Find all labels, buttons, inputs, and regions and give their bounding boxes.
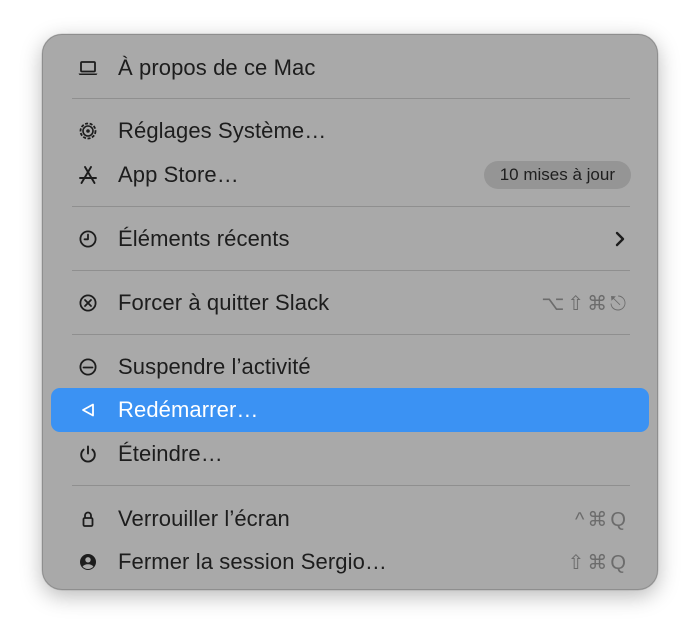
x-circle-icon bbox=[77, 292, 99, 314]
menu-separator bbox=[72, 485, 630, 486]
menu-item-about[interactable]: À propos de ce Mac bbox=[51, 46, 649, 90]
chevron-right-icon bbox=[615, 231, 625, 247]
menu-separator bbox=[72, 98, 630, 99]
menu-item-label: Forcer à quitter Slack bbox=[118, 290, 330, 315]
menu-item-restart[interactable]: Redémarrer… bbox=[51, 388, 649, 432]
power-icon bbox=[77, 443, 99, 465]
menu-item-recent-items[interactable]: Éléments récents bbox=[51, 217, 649, 261]
menu-separator bbox=[72, 334, 630, 335]
menu-item-sleep[interactable]: Suspendre l’activité bbox=[51, 345, 649, 389]
sleep-icon bbox=[77, 356, 99, 378]
menu-item-label: À propos de ce Mac bbox=[118, 55, 316, 80]
clock-icon bbox=[77, 228, 99, 250]
apple-menu: À propos de ce Mac Réglages Système… App… bbox=[42, 34, 658, 590]
menu-separator bbox=[72, 270, 630, 271]
lock-screen-shortcut: ^⌘Q bbox=[575, 508, 629, 531]
laptop-icon bbox=[77, 57, 99, 79]
menu-item-label: Redémarrer… bbox=[118, 397, 259, 422]
menu-separator bbox=[72, 206, 630, 207]
menu-item-label: App Store… bbox=[118, 162, 239, 187]
force-quit-shortcut: ⌥⇧⌘⎋ bbox=[541, 292, 629, 315]
restart-triangle-icon bbox=[77, 399, 99, 421]
menu-item-system-settings[interactable]: Réglages Système… bbox=[51, 109, 649, 153]
menu-item-label: Réglages Système… bbox=[118, 118, 327, 143]
updates-badge: 10 mises à jour bbox=[483, 161, 631, 189]
gear-icon bbox=[77, 120, 99, 142]
menu-item-label: Fermer la session Sergio… bbox=[118, 549, 388, 574]
user-circle-icon bbox=[77, 551, 99, 573]
lock-icon bbox=[77, 508, 99, 530]
menu-item-lock-screen[interactable]: Verrouiller l’écran ^⌘Q bbox=[51, 497, 649, 541]
menu-item-force-quit[interactable]: Forcer à quitter Slack ⌥⇧⌘⎋ bbox=[51, 281, 649, 325]
menu-item-app-store[interactable]: App Store… 10 mises à jour bbox=[51, 153, 649, 197]
menu-item-label: Suspendre l’activité bbox=[118, 354, 311, 379]
log-out-shortcut: ⇧⌘Q bbox=[567, 551, 629, 574]
menu-item-log-out[interactable]: Fermer la session Sergio… ⇧⌘Q bbox=[51, 540, 649, 584]
menu-item-shutdown[interactable]: Éteindre… bbox=[51, 432, 649, 476]
menu-item-label: Éléments récents bbox=[118, 226, 290, 251]
menu-item-label: Verrouiller l’écran bbox=[118, 506, 290, 531]
menu-item-label: Éteindre… bbox=[118, 441, 223, 466]
app-store-icon bbox=[77, 164, 99, 186]
